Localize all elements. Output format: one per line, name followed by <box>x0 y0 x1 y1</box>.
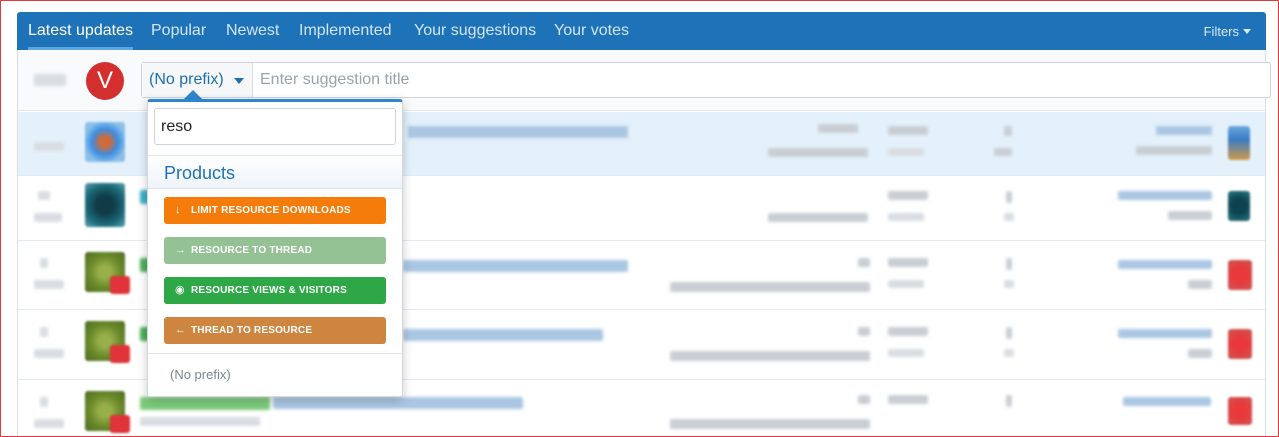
blurred-title <box>273 397 523 409</box>
avatar[interactable] <box>1228 126 1250 160</box>
blurred-text <box>1188 280 1212 289</box>
avatar[interactable] <box>85 183 125 227</box>
blurred-text <box>1156 126 1212 135</box>
prefix-option-resource-views-visitors[interactable]: ◉ RESOURCE VIEWS & VISITORS <box>164 277 386 304</box>
blurred-text <box>38 191 50 200</box>
filters-label: Filters <box>1203 24 1239 39</box>
blurred-text <box>1118 191 1212 200</box>
blurred-title <box>403 329 603 341</box>
blurred-text <box>1004 213 1014 221</box>
blurred-text <box>768 148 868 157</box>
divider <box>148 353 402 354</box>
prefix-group-header: Products <box>148 155 402 189</box>
tab-newest[interactable]: Newest <box>226 12 279 50</box>
blurred-text <box>888 349 924 357</box>
blurred-text <box>888 327 928 336</box>
prefix-option-no-prefix[interactable]: (No prefix) <box>170 367 231 382</box>
blurred-text <box>1123 397 1211 406</box>
blurred-text <box>1118 260 1212 269</box>
tab-bar: Latest updates Popular Newest Implemente… <box>17 12 1266 50</box>
eye-icon: ◉ <box>175 284 185 296</box>
blurred-text <box>818 124 858 133</box>
blurred-text <box>670 351 870 361</box>
blurred-text <box>1004 126 1012 136</box>
blurred-text <box>1004 349 1014 357</box>
blurred-text <box>34 74 66 86</box>
blurred-text <box>34 142 64 151</box>
blurred-text <box>1136 146 1212 155</box>
dropdown-arrow <box>184 90 202 99</box>
filters-button[interactable]: Filters <box>1204 12 1251 52</box>
blurred-text <box>768 213 868 222</box>
blurred-text <box>1006 191 1012 203</box>
blurred-prefix <box>140 397 270 410</box>
blurred-text <box>888 280 924 288</box>
blurred-text <box>140 417 260 426</box>
blurred-text <box>1006 327 1012 339</box>
arrow-right-icon: → <box>175 244 187 256</box>
blurred-text <box>34 349 64 358</box>
prefix-option-thread-to-resource[interactable]: ← THREAD TO RESOURCE <box>164 317 386 344</box>
caret-down-icon <box>234 78 244 84</box>
blurred-title <box>408 126 628 138</box>
tab-your-votes[interactable]: Your votes <box>554 12 629 50</box>
tab-popular[interactable]: Popular <box>151 12 206 50</box>
prefix-option-label: THREAD TO RESOURCE <box>190 325 313 336</box>
avatar[interactable] <box>1228 260 1252 290</box>
tab-implemented[interactable]: Implemented <box>299 12 392 50</box>
blurred-text <box>40 327 48 337</box>
blurred-text <box>888 213 924 221</box>
blurred-text <box>1006 258 1012 270</box>
blurred-text <box>858 395 870 404</box>
blurred-text <box>34 280 64 289</box>
prefix-option-label: LIMIT RESOURCE DOWNLOADS <box>190 205 351 216</box>
avatar[interactable]: V <box>86 62 124 100</box>
status-badge <box>110 345 130 363</box>
tab-your-suggestions[interactable]: Your suggestions <box>414 12 536 50</box>
blurred-text <box>1168 211 1212 220</box>
prefix-option-limit-resource-downloads[interactable]: ↓ LIMIT RESOURCE DOWNLOADS <box>164 197 386 224</box>
prefix-select-value: (No prefix) <box>149 71 224 88</box>
blurred-text <box>858 327 870 336</box>
suggestion-input-group: (No prefix) <box>141 62 1271 98</box>
blurred-text <box>994 148 1012 156</box>
blurred-text <box>888 191 928 200</box>
status-badge <box>110 415 130 433</box>
avatar[interactable] <box>1228 397 1252 425</box>
prefix-dropdown: Products ↓ LIMIT RESOURCE DOWNLOADS → RE… <box>147 99 403 397</box>
blurred-title <box>403 260 628 272</box>
prefix-option-label: RESOURCE VIEWS & VISITORS <box>190 285 347 296</box>
tab-latest-updates[interactable]: Latest updates <box>28 12 133 50</box>
blurred-text <box>40 397 48 407</box>
blurred-text <box>34 213 62 222</box>
blurred-text <box>858 258 870 267</box>
blurred-text <box>670 419 870 429</box>
chevron-down-icon <box>1243 29 1251 34</box>
blurred-text <box>888 148 924 156</box>
app-frame: Latest updates Popular Newest Implemente… <box>0 0 1279 437</box>
blurred-text <box>1004 280 1014 288</box>
blurred-text <box>888 395 928 404</box>
status-badge <box>110 276 130 294</box>
avatar[interactable] <box>1228 329 1252 359</box>
prefix-option-resource-to-thread[interactable]: → RESOURCE TO THREAD <box>164 237 386 264</box>
blurred-text <box>1188 349 1212 358</box>
blurred-text <box>888 258 928 267</box>
blurred-text <box>888 126 928 135</box>
prefix-search-input[interactable] <box>154 108 396 145</box>
arrow-left-icon: ← <box>175 324 187 336</box>
prefix-option-label: RESOURCE TO THREAD <box>190 245 313 256</box>
blurred-text <box>670 282 870 292</box>
suggestion-title-input[interactable] <box>253 63 1263 97</box>
blurred-text <box>40 258 48 268</box>
arrow-down-icon: ↓ <box>175 204 181 216</box>
avatar[interactable] <box>85 122 125 162</box>
avatar[interactable] <box>1228 191 1250 221</box>
blurred-text <box>1006 395 1012 407</box>
blurred-text <box>1118 329 1212 338</box>
blurred-text <box>34 419 64 428</box>
